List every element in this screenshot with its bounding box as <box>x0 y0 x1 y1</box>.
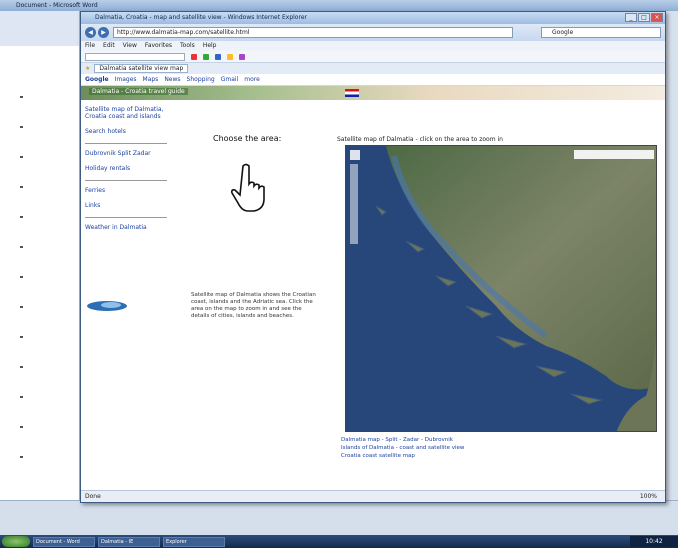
divider <box>85 143 167 144</box>
news-link[interactable]: News <box>164 76 180 83</box>
status-text: Done <box>85 493 101 500</box>
caption-link[interactable]: Dalmatia map - Split - Zadar - Dubrovnik <box>341 436 661 444</box>
menu-file[interactable]: File <box>85 41 95 51</box>
search-toolbar <box>81 51 665 63</box>
google-link[interactable]: Google <box>85 76 109 83</box>
search-input[interactable]: Google <box>541 27 661 38</box>
menu-view[interactable]: View <box>123 41 137 51</box>
toolbar-icon[interactable] <box>239 53 245 60</box>
sidebar-link[interactable]: Holiday rentals <box>85 165 167 172</box>
forward-button[interactable]: ▶ <box>98 27 109 38</box>
zoom-level[interactable]: 100% <box>640 491 657 503</box>
favorites-star-icon[interactable]: ★ <box>85 65 90 72</box>
background-window-title: Document - Microsoft Word <box>0 0 678 11</box>
google-bar: Google Images Maps News Shopping Gmail m… <box>81 74 665 86</box>
divider <box>85 180 167 181</box>
sidebar-link[interactable]: Satellite map of Dalmatia, Croatia coast… <box>85 106 167 120</box>
menu-edit[interactable]: Edit <box>103 41 115 51</box>
start-button[interactable] <box>2 536 30 547</box>
shopping-link[interactable]: Shopping <box>187 76 215 83</box>
menu-tools[interactable]: Tools <box>180 41 195 51</box>
map-caption: Dalmatia map - Split - Zadar - Dubrovnik… <box>341 436 661 460</box>
toolbar-search-field[interactable] <box>85 52 185 61</box>
croatia-flag-icon <box>345 89 359 97</box>
map-title: Satellite map of Dalmatia - click on the… <box>337 136 503 143</box>
sidebar-link[interactable]: Weather in Dalmatia <box>85 224 167 231</box>
browser-window: Dalmatia, Croatia - map and satellite vi… <box>80 11 666 503</box>
back-button[interactable]: ◀ <box>85 27 96 38</box>
divider <box>85 217 167 218</box>
middle-column: Choose the area: Satellite map of Dalmat… <box>173 102 331 487</box>
sidebar-link[interactable]: Search hotels <box>85 128 167 135</box>
intro-text: Satellite map of Dalmatia shows the Croa… <box>191 292 316 319</box>
document-ruler <box>0 46 80 500</box>
taskbar-item[interactable]: Explorer <box>163 536 225 547</box>
browser-title: Dalmatia, Croatia - map and satellite vi… <box>81 12 665 24</box>
toolbar-icon[interactable] <box>191 53 197 60</box>
taskbar-item[interactable]: Dalmatia - IE <box>98 536 160 547</box>
taskbar-item[interactable]: Document - Word <box>33 536 95 547</box>
more-link[interactable]: more <box>244 76 260 83</box>
background-scrollbar[interactable] <box>664 11 678 501</box>
page-heading: Choose the area: <box>213 134 282 143</box>
address-input[interactable]: http://www.dalmatia-map.com/satellite.ht… <box>113 27 513 38</box>
background-status-area <box>0 500 678 535</box>
banner-text[interactable]: Dalmatia - Croatia travel guide <box>89 88 188 95</box>
menu-favorites[interactable]: Favorites <box>145 41 172 51</box>
menu-help[interactable]: Help <box>203 41 217 51</box>
toolbar-icon[interactable] <box>227 53 233 60</box>
page-banner: Dalmatia - Croatia travel guide <box>81 86 665 100</box>
tab-strip: ★ Dalmatia satellite view map <box>81 63 665 74</box>
logo-icon[interactable] <box>85 299 129 313</box>
left-sidebar: Satellite map of Dalmatia, Croatia coast… <box>81 102 171 487</box>
address-bar-row: ◀ ▶ http://www.dalmatia-map.com/satellit… <box>81 24 665 41</box>
images-link[interactable]: Images <box>115 76 137 83</box>
satellite-map[interactable] <box>345 145 657 432</box>
maximize-button[interactable]: □ <box>638 13 650 22</box>
map-column: Satellite map of Dalmatia - click on the… <box>337 102 663 487</box>
toolbar-icon[interactable] <box>215 53 221 60</box>
caption-link[interactable]: Croatia coast satellite map <box>341 452 661 460</box>
tab-active[interactable]: Dalmatia satellite view map <box>94 64 189 73</box>
close-button[interactable]: × <box>651 13 663 22</box>
menu-bar: File Edit View Favorites Tools Help <box>81 41 665 51</box>
background-toolbar <box>0 11 80 46</box>
caption-link[interactable]: Islands of Dalmatia - coast and satellit… <box>341 444 661 452</box>
maps-link[interactable]: Maps <box>143 76 159 83</box>
clock: 10:42 <box>630 536 678 547</box>
toolbar-icon[interactable] <box>203 53 209 60</box>
window-controls: _ □ × <box>625 13 663 22</box>
taskbar: Document - Word Dalmatia - IE Explorer 1… <box>0 535 678 548</box>
sidebar-link[interactable]: Links <box>85 202 167 209</box>
hand-pointer-icon <box>231 163 265 212</box>
gmail-link[interactable]: Gmail <box>221 76 239 83</box>
sidebar-link[interactable]: Dubrovnik Split Zadar <box>85 150 167 157</box>
map-terrain[interactable] <box>346 146 657 432</box>
status-bar: Done 100% <box>81 490 665 502</box>
sidebar-link[interactable]: Ferries <box>85 187 167 194</box>
minimize-button[interactable]: _ <box>625 13 637 22</box>
